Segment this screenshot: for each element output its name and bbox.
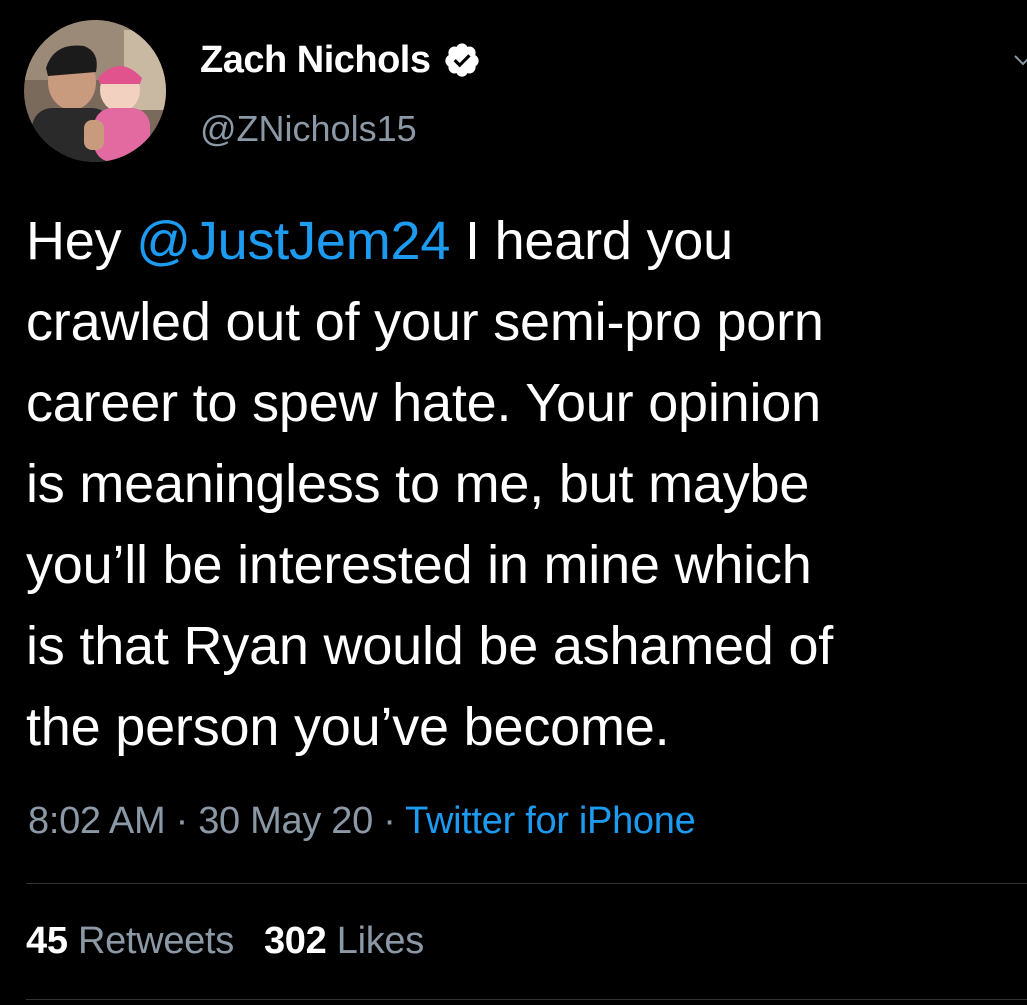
author-handle[interactable]: @ZNichols15	[200, 108, 417, 150]
tweet-text-line-6: is that Ryan would be ashamed of	[26, 616, 834, 676]
tweet-text-line-1-rest: I heard you	[450, 211, 733, 271]
avatar[interactable]	[24, 20, 166, 162]
tweet-text-line-3: career to spew hate. Your opinion	[26, 373, 821, 433]
retweets-stat[interactable]: 45 Retweets	[26, 920, 234, 962]
chevron-down-icon[interactable]	[1007, 44, 1027, 74]
verified-badge-icon	[443, 41, 481, 79]
tweet-text-prefix: Hey	[26, 211, 137, 271]
tweet-date[interactable]: 30 May 20	[198, 800, 373, 842]
tweet-meta: 8:02 AM · 30 May 20 · Twitter for iPhone	[28, 800, 696, 843]
tweet-text-line-5: you’ll be interested in mine which	[26, 535, 812, 595]
retweets-label: Retweets	[77, 920, 234, 962]
tweet-text: Hey @JustJem24 I heard you crawled out o…	[26, 201, 1016, 768]
author-name[interactable]: Zach Nichols	[200, 39, 431, 82]
divider	[26, 999, 1027, 1000]
tweet-text-line-7: the person you’ve become.	[26, 697, 670, 757]
meta-separator: ·	[165, 800, 199, 842]
likes-count: 302	[263, 920, 327, 962]
likes-stat[interactable]: 302 Likes	[264, 920, 424, 962]
meta-separator: ·	[372, 800, 406, 842]
author-name-row: Zach Nichols	[200, 36, 481, 84]
tweet-text-line-4: is meaningless to me, but maybe	[26, 454, 810, 514]
retweets-count: 45	[26, 920, 68, 962]
tweet-source-link[interactable]: Twitter for iPhone	[405, 800, 696, 842]
tweet-time[interactable]: 8:02 AM	[28, 800, 166, 842]
avatar-image	[24, 20, 166, 162]
tweet-stats: 45 Retweets 302 Likes	[26, 920, 424, 963]
tweet-text-line-2: crawled out of your semi-pro porn	[26, 292, 824, 352]
tweet-text-line-1: Hey @JustJem24 I heard you	[26, 201, 1016, 282]
mention-link[interactable]: @JustJem24	[136, 211, 450, 271]
divider	[26, 883, 1027, 884]
likes-label: Likes	[336, 920, 425, 962]
tweet: Zach Nichols @ZNichols15 Hey @JustJem24 …	[0, 0, 1027, 1005]
